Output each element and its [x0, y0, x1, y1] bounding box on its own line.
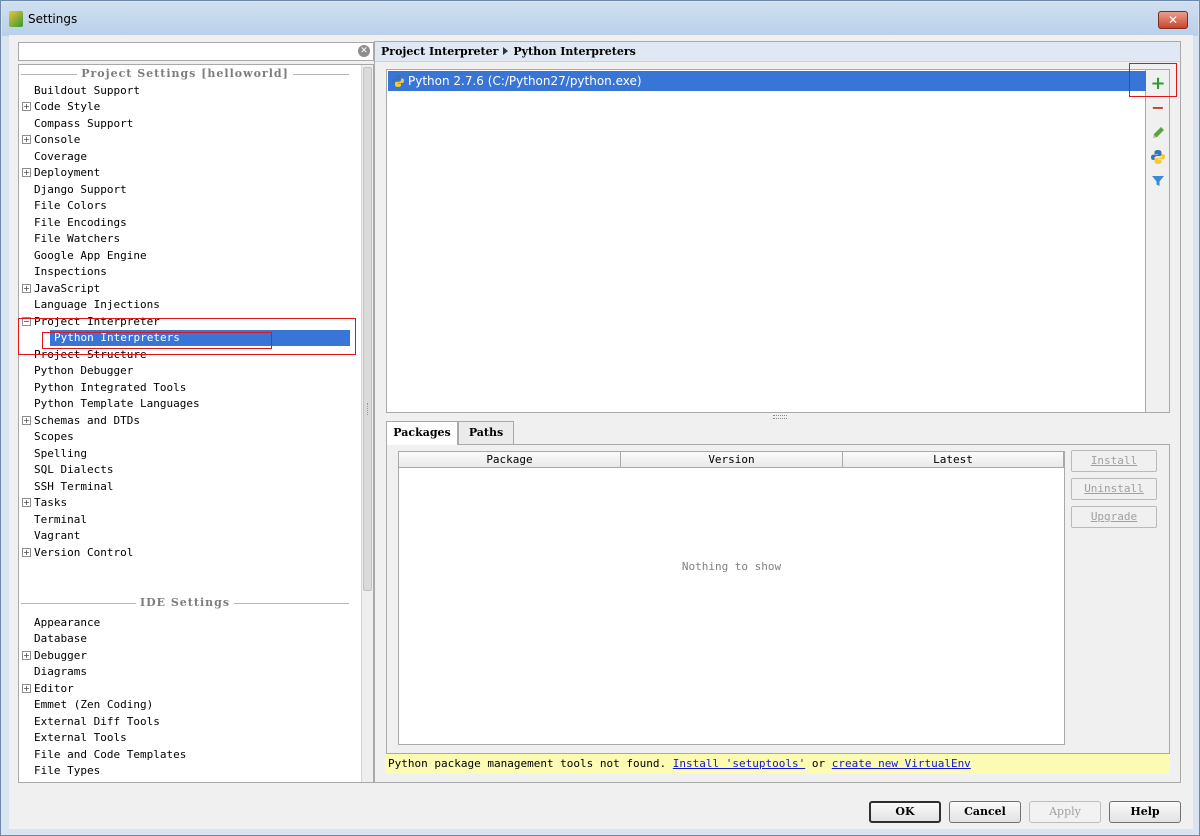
expand-icon[interactable]: + — [22, 283, 31, 293]
tree-item-file-encodings[interactable]: File Encodings — [34, 215, 127, 231]
tree-item-appearance[interactable]: Appearance — [34, 615, 100, 631]
packages-table[interactable]: Package Version Latest Nothing to show — [398, 451, 1065, 745]
window-title: Settings — [28, 12, 78, 26]
expand-icon[interactable]: + — [22, 168, 31, 177]
ide-settings-header: IDE Settings — [135, 596, 235, 609]
python-paths-icon[interactable] — [1150, 150, 1166, 166]
tree-item-coverage[interactable]: Coverage — [34, 149, 87, 165]
expand-icon[interactable]: + — [22, 650, 31, 660]
expand-icon[interactable]: + — [22, 135, 31, 144]
tree-item-python-template-languages[interactable]: Python Template Languages — [34, 396, 200, 412]
tree-item-deployment[interactable]: Deployment — [34, 165, 100, 181]
breadcrumb-current: Python Interpreters — [513, 45, 636, 58]
title-bar[interactable]: Settings ✕ — [2, 2, 1198, 36]
notice-or-text: or — [811, 757, 826, 770]
tree-item-file-watchers[interactable]: File Watchers — [34, 231, 120, 247]
tree-item-google-app-engine[interactable]: Google App Engine — [34, 248, 147, 264]
close-button[interactable]: ✕ — [1158, 11, 1188, 29]
tree-item-code-style[interactable]: Code Style — [34, 99, 100, 115]
interpreter-label: Python 2.7.6 (C:/Python27/python.exe) — [408, 74, 642, 88]
project-settings-header: Project Settings [helloworld] — [77, 67, 293, 80]
interpreter-item[interactable]: Python 2.7.6 (C:/Python27/python.exe) — [388, 71, 1146, 91]
breadcrumb-arrow-icon — [503, 47, 509, 55]
expand-icon[interactable]: + — [22, 102, 31, 111]
tree-item-scopes[interactable]: Scopes — [34, 429, 74, 445]
remove-interpreter-icon[interactable]: − — [1150, 100, 1166, 116]
tree-item-buildout-support[interactable]: Buildout Support — [34, 83, 140, 99]
cancel-button[interactable]: Cancel — [949, 801, 1021, 823]
breadcrumb-parent: Project Interpreter — [381, 45, 499, 58]
tree-item-database[interactable]: Database — [34, 631, 87, 647]
settings-window: Settings ✕ ✕ Project Settings [helloworl… — [0, 0, 1200, 836]
settings-search-input[interactable]: ✕ — [18, 42, 374, 61]
highlight-box-python-interpreters — [42, 332, 272, 349]
edit-pencil-icon[interactable] — [1150, 126, 1166, 142]
tree-item-django-support[interactable]: Django Support — [34, 182, 127, 198]
packages-panel: Package Version Latest Nothing to show I… — [386, 444, 1170, 754]
tree-item-console[interactable]: Console — [34, 132, 80, 148]
settings-tree: Project Settings [helloworld] Buildout S… — [18, 64, 374, 783]
create-virtualenv-link[interactable]: create new VirtualEnv — [832, 757, 971, 770]
breadcrumb: Project Interpreter Python Interpreters — [375, 42, 1180, 62]
expand-icon[interactable]: + — [22, 415, 31, 425]
tree-item-compass-support[interactable]: Compass Support — [34, 116, 133, 132]
ok-button[interactable]: OK — [869, 801, 941, 823]
tree-item-terminal[interactable]: Terminal — [34, 512, 87, 528]
notice-bar: Python package management tools not foun… — [386, 754, 1170, 774]
python-icon — [392, 75, 404, 87]
tab-packages[interactable]: Packages — [386, 421, 458, 445]
tree-item-spelling[interactable]: Spelling — [34, 446, 87, 462]
tree-item-general[interactable]: General — [34, 780, 80, 783]
filter-icon[interactable] — [1150, 174, 1166, 190]
ide-settings-separator: IDE Settings — [21, 596, 349, 610]
notice-text: Python package management tools not foun… — [388, 757, 667, 770]
tab-paths[interactable]: Paths — [458, 421, 514, 444]
empty-table-text: Nothing to show — [681, 560, 782, 573]
tree-item-file-types[interactable]: File Types — [34, 763, 100, 779]
tree-item-javascript[interactable]: JavaScript — [34, 281, 100, 297]
vertical-splitter-grip[interactable] — [773, 415, 787, 419]
expand-icon[interactable]: + — [22, 547, 31, 557]
tree-item-diagrams[interactable]: Diagrams — [34, 664, 87, 680]
interpreter-list[interactable]: Python 2.7.6 (C:/Python27/python.exe) — [386, 69, 1146, 413]
column-header-latest[interactable]: Latest — [843, 452, 1064, 468]
tree-item-file-and-code-templates[interactable]: File and Code Templates — [34, 747, 186, 763]
upgrade-button[interactable]: Upgrade — [1071, 506, 1157, 528]
tree-item-python-integrated-tools[interactable]: Python Integrated Tools — [34, 380, 186, 396]
column-header-version[interactable]: Version — [621, 452, 843, 468]
expand-icon[interactable]: + — [22, 498, 31, 507]
install-button[interactable]: Install — [1071, 450, 1157, 472]
install-setuptools-link[interactable]: Install 'setuptools' — [673, 757, 805, 770]
help-button[interactable]: Help — [1109, 801, 1181, 823]
expand-icon[interactable]: + — [22, 683, 31, 693]
tree-item-external-tools[interactable]: External Tools — [34, 730, 127, 746]
tree-item-emmet-zen-coding[interactable]: Emmet (Zen Coding) — [34, 697, 153, 713]
tree-item-schemas-and-dtds[interactable]: Schemas and DTDs — [34, 413, 140, 429]
tree-item-tasks[interactable]: Tasks — [34, 495, 67, 511]
tree-item-language-injections[interactable]: Language Injections — [34, 297, 160, 313]
tree-item-version-control[interactable]: Version Control — [34, 545, 133, 561]
tree-item-vagrant[interactable]: Vagrant — [34, 528, 80, 544]
project-settings-separator: Project Settings [helloworld] — [21, 67, 349, 81]
highlight-box-add — [1129, 63, 1177, 97]
dialog-body: ✕ Project Settings [helloworld] Buildout… — [9, 35, 1193, 829]
apply-button[interactable]: Apply — [1029, 801, 1101, 823]
panel-splitter[interactable] — [366, 35, 372, 785]
tree-item-debugger[interactable]: Debugger — [34, 648, 87, 664]
tree-item-editor[interactable]: Editor — [34, 681, 74, 697]
tree-item-external-diff-tools[interactable]: External Diff Tools — [34, 714, 160, 730]
pycharm-logo-icon — [9, 11, 23, 27]
tree-item-inspections[interactable]: Inspections — [34, 264, 107, 280]
settings-content-panel: Project Interpreter Python Interpreters P… — [374, 41, 1181, 783]
tree-item-ssh-terminal[interactable]: SSH Terminal — [34, 479, 113, 495]
tree-item-file-colors[interactable]: File Colors — [34, 198, 107, 214]
column-header-package[interactable]: Package — [399, 452, 621, 468]
uninstall-button[interactable]: Uninstall — [1071, 478, 1157, 500]
tree-item-python-debugger[interactable]: Python Debugger — [34, 363, 133, 379]
tree-item-sql-dialects[interactable]: SQL Dialects — [34, 462, 113, 478]
interpreter-toolbar: + − — [1146, 69, 1170, 413]
